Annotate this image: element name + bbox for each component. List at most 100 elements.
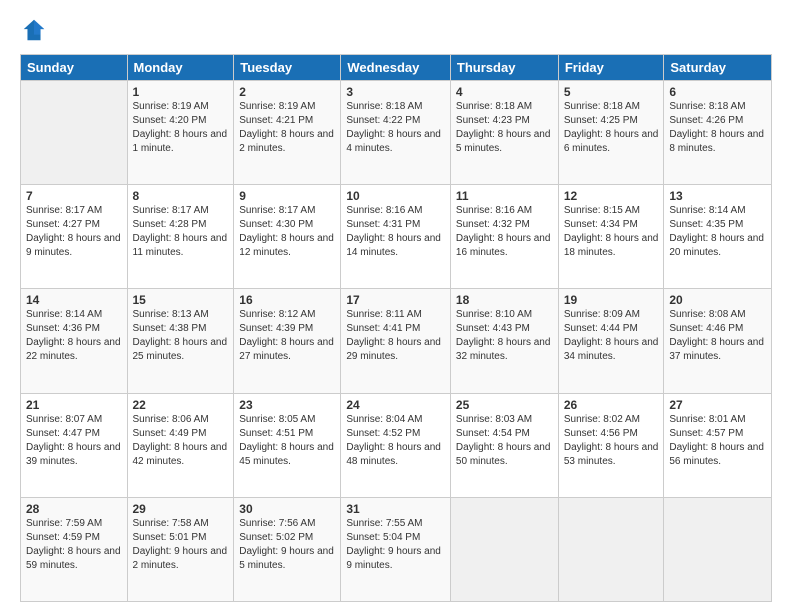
calendar-cell: 10Sunrise: 8:16 AMSunset: 4:31 PMDayligh… (341, 185, 451, 289)
calendar-cell: 5Sunrise: 8:18 AMSunset: 4:25 PMDaylight… (558, 81, 664, 185)
cell-info: Sunrise: 8:14 AMSunset: 4:36 PMDaylight:… (26, 308, 122, 364)
calendar-cell (664, 497, 772, 601)
calendar-cell: 19Sunrise: 8:09 AMSunset: 4:44 PMDayligh… (558, 289, 664, 393)
calendar-cell: 28Sunrise: 7:59 AMSunset: 4:59 PMDayligh… (21, 497, 128, 601)
calendar-cell: 9Sunrise: 8:17 AMSunset: 4:30 PMDaylight… (234, 185, 341, 289)
cell-info: Sunrise: 8:09 AMSunset: 4:44 PMDaylight:… (564, 308, 659, 364)
calendar-cell: 14Sunrise: 8:14 AMSunset: 4:36 PMDayligh… (21, 289, 128, 393)
calendar-day-header: Saturday (664, 55, 772, 81)
day-number: 28 (26, 502, 122, 516)
day-number: 14 (26, 293, 122, 307)
cell-info: Sunrise: 8:01 AMSunset: 4:57 PMDaylight:… (669, 413, 766, 469)
cell-info: Sunrise: 8:18 AMSunset: 4:26 PMDaylight:… (669, 100, 766, 156)
day-number: 13 (669, 189, 766, 203)
cell-info: Sunrise: 8:05 AMSunset: 4:51 PMDaylight:… (239, 413, 335, 469)
cell-info: Sunrise: 8:08 AMSunset: 4:46 PMDaylight:… (669, 308, 766, 364)
day-number: 8 (133, 189, 229, 203)
day-number: 15 (133, 293, 229, 307)
day-number: 4 (456, 85, 553, 99)
day-number: 6 (669, 85, 766, 99)
calendar-day-header: Friday (558, 55, 664, 81)
cell-info: Sunrise: 8:19 AMSunset: 4:20 PMDaylight:… (133, 100, 229, 156)
calendar-header-row: SundayMondayTuesdayWednesdayThursdayFrid… (21, 55, 772, 81)
calendar-week-row: 1Sunrise: 8:19 AMSunset: 4:20 PMDaylight… (21, 81, 772, 185)
calendar-week-row: 21Sunrise: 8:07 AMSunset: 4:47 PMDayligh… (21, 393, 772, 497)
calendar-cell (558, 497, 664, 601)
day-number: 3 (346, 85, 445, 99)
cell-info: Sunrise: 8:16 AMSunset: 4:31 PMDaylight:… (346, 204, 445, 260)
day-number: 11 (456, 189, 553, 203)
cell-info: Sunrise: 8:02 AMSunset: 4:56 PMDaylight:… (564, 413, 659, 469)
day-number: 25 (456, 398, 553, 412)
calendar-week-row: 14Sunrise: 8:14 AMSunset: 4:36 PMDayligh… (21, 289, 772, 393)
cell-info: Sunrise: 8:17 AMSunset: 4:28 PMDaylight:… (133, 204, 229, 260)
cell-info: Sunrise: 8:15 AMSunset: 4:34 PMDaylight:… (564, 204, 659, 260)
day-number: 31 (346, 502, 445, 516)
cell-info: Sunrise: 8:19 AMSunset: 4:21 PMDaylight:… (239, 100, 335, 156)
calendar-cell: 8Sunrise: 8:17 AMSunset: 4:28 PMDaylight… (127, 185, 234, 289)
calendar-cell: 13Sunrise: 8:14 AMSunset: 4:35 PMDayligh… (664, 185, 772, 289)
day-number: 22 (133, 398, 229, 412)
cell-info: Sunrise: 8:06 AMSunset: 4:49 PMDaylight:… (133, 413, 229, 469)
calendar-cell: 17Sunrise: 8:11 AMSunset: 4:41 PMDayligh… (341, 289, 451, 393)
day-number: 9 (239, 189, 335, 203)
day-number: 12 (564, 189, 659, 203)
cell-info: Sunrise: 8:18 AMSunset: 4:23 PMDaylight:… (456, 100, 553, 156)
calendar-cell (21, 81, 128, 185)
cell-info: Sunrise: 7:55 AMSunset: 5:04 PMDaylight:… (346, 517, 445, 573)
page: SundayMondayTuesdayWednesdayThursdayFrid… (0, 0, 792, 612)
day-number: 7 (26, 189, 122, 203)
day-number: 27 (669, 398, 766, 412)
logo-icon (20, 16, 48, 44)
day-number: 26 (564, 398, 659, 412)
calendar-cell: 12Sunrise: 8:15 AMSunset: 4:34 PMDayligh… (558, 185, 664, 289)
calendar-cell: 15Sunrise: 8:13 AMSunset: 4:38 PMDayligh… (127, 289, 234, 393)
calendar-cell: 16Sunrise: 8:12 AMSunset: 4:39 PMDayligh… (234, 289, 341, 393)
calendar-day-header: Monday (127, 55, 234, 81)
calendar-cell: 22Sunrise: 8:06 AMSunset: 4:49 PMDayligh… (127, 393, 234, 497)
cell-info: Sunrise: 8:17 AMSunset: 4:27 PMDaylight:… (26, 204, 122, 260)
calendar-cell: 23Sunrise: 8:05 AMSunset: 4:51 PMDayligh… (234, 393, 341, 497)
cell-info: Sunrise: 8:12 AMSunset: 4:39 PMDaylight:… (239, 308, 335, 364)
calendar-week-row: 7Sunrise: 8:17 AMSunset: 4:27 PMDaylight… (21, 185, 772, 289)
cell-info: Sunrise: 8:03 AMSunset: 4:54 PMDaylight:… (456, 413, 553, 469)
cell-info: Sunrise: 8:18 AMSunset: 4:25 PMDaylight:… (564, 100, 659, 156)
calendar-cell: 2Sunrise: 8:19 AMSunset: 4:21 PMDaylight… (234, 81, 341, 185)
calendar-day-header: Tuesday (234, 55, 341, 81)
calendar-cell: 31Sunrise: 7:55 AMSunset: 5:04 PMDayligh… (341, 497, 451, 601)
day-number: 29 (133, 502, 229, 516)
day-number: 30 (239, 502, 335, 516)
calendar-cell: 29Sunrise: 7:58 AMSunset: 5:01 PMDayligh… (127, 497, 234, 601)
cell-info: Sunrise: 8:18 AMSunset: 4:22 PMDaylight:… (346, 100, 445, 156)
calendar-day-header: Thursday (450, 55, 558, 81)
calendar-cell: 26Sunrise: 8:02 AMSunset: 4:56 PMDayligh… (558, 393, 664, 497)
cell-info: Sunrise: 7:58 AMSunset: 5:01 PMDaylight:… (133, 517, 229, 573)
calendar-cell: 30Sunrise: 7:56 AMSunset: 5:02 PMDayligh… (234, 497, 341, 601)
cell-info: Sunrise: 8:16 AMSunset: 4:32 PMDaylight:… (456, 204, 553, 260)
day-number: 23 (239, 398, 335, 412)
cell-info: Sunrise: 8:04 AMSunset: 4:52 PMDaylight:… (346, 413, 445, 469)
calendar-week-row: 28Sunrise: 7:59 AMSunset: 4:59 PMDayligh… (21, 497, 772, 601)
calendar-cell: 11Sunrise: 8:16 AMSunset: 4:32 PMDayligh… (450, 185, 558, 289)
cell-info: Sunrise: 8:13 AMSunset: 4:38 PMDaylight:… (133, 308, 229, 364)
day-number: 18 (456, 293, 553, 307)
calendar-cell: 4Sunrise: 8:18 AMSunset: 4:23 PMDaylight… (450, 81, 558, 185)
day-number: 10 (346, 189, 445, 203)
calendar-cell: 7Sunrise: 8:17 AMSunset: 4:27 PMDaylight… (21, 185, 128, 289)
day-number: 21 (26, 398, 122, 412)
calendar-cell: 3Sunrise: 8:18 AMSunset: 4:22 PMDaylight… (341, 81, 451, 185)
calendar-cell: 21Sunrise: 8:07 AMSunset: 4:47 PMDayligh… (21, 393, 128, 497)
day-number: 16 (239, 293, 335, 307)
day-number: 24 (346, 398, 445, 412)
calendar-cell: 24Sunrise: 8:04 AMSunset: 4:52 PMDayligh… (341, 393, 451, 497)
calendar-cell: 18Sunrise: 8:10 AMSunset: 4:43 PMDayligh… (450, 289, 558, 393)
cell-info: Sunrise: 8:17 AMSunset: 4:30 PMDaylight:… (239, 204, 335, 260)
day-number: 5 (564, 85, 659, 99)
calendar-cell: 27Sunrise: 8:01 AMSunset: 4:57 PMDayligh… (664, 393, 772, 497)
calendar-cell: 6Sunrise: 8:18 AMSunset: 4:26 PMDaylight… (664, 81, 772, 185)
day-number: 2 (239, 85, 335, 99)
cell-info: Sunrise: 8:14 AMSunset: 4:35 PMDaylight:… (669, 204, 766, 260)
calendar-cell: 1Sunrise: 8:19 AMSunset: 4:20 PMDaylight… (127, 81, 234, 185)
day-number: 20 (669, 293, 766, 307)
cell-info: Sunrise: 8:07 AMSunset: 4:47 PMDaylight:… (26, 413, 122, 469)
